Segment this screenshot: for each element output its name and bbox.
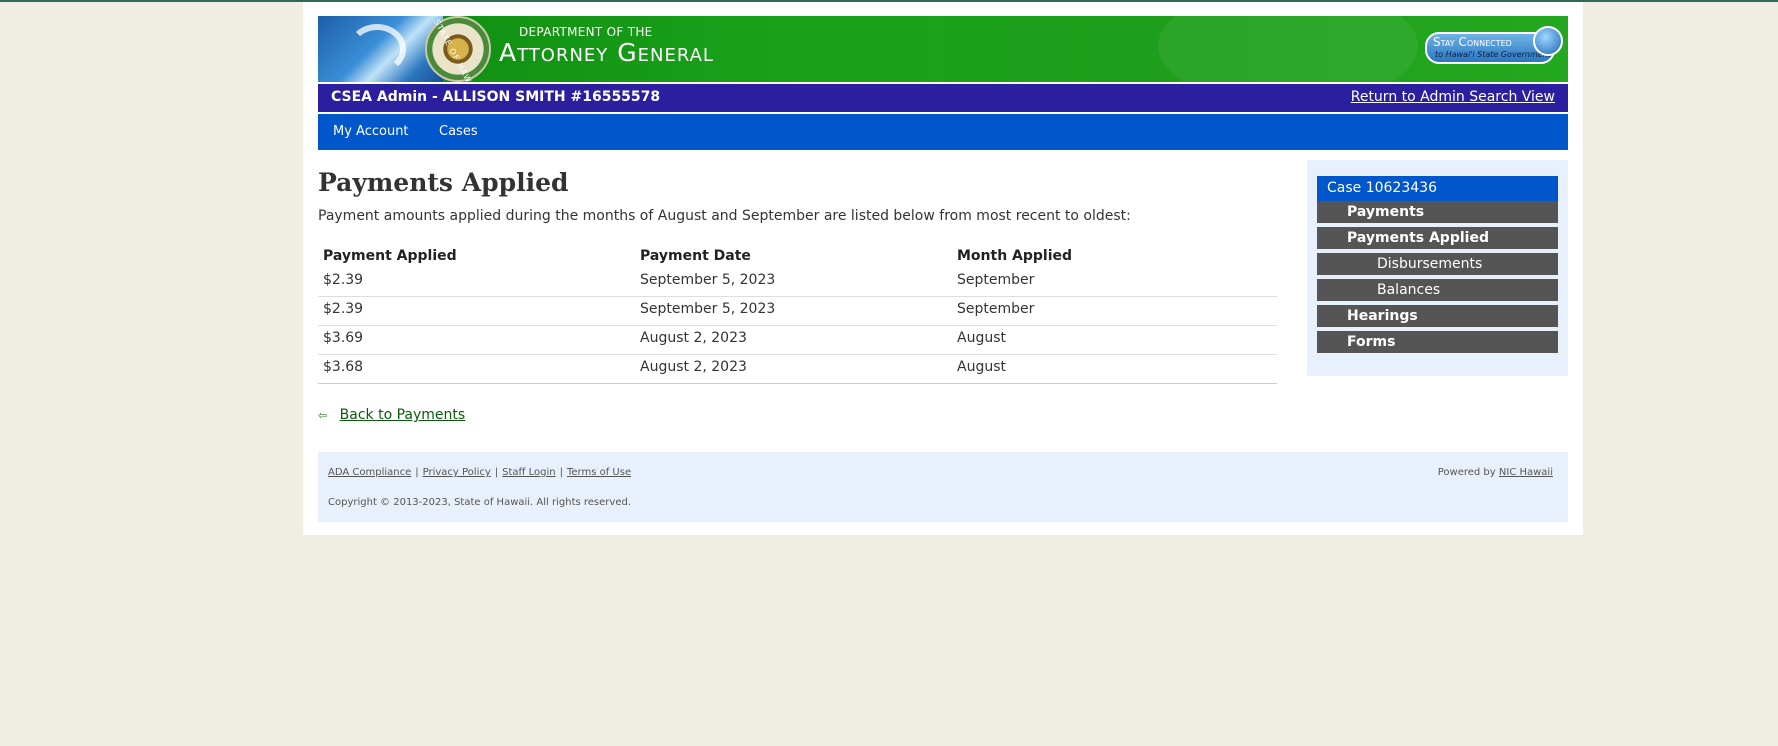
- table-cell: August: [957, 359, 1006, 375]
- back-arrow-icon: ⇦: [318, 409, 328, 422]
- footer: ADA Compliance | Privacy Policy | Staff Logi…: [318, 452, 1568, 522]
- sidebar-item-forms[interactable]: Forms: [1317, 331, 1558, 355]
- stay-connected-button[interactable]: Stay Connected to Hawai'i State Governme…: [1425, 26, 1563, 64]
- back-to-payments-link[interactable]: Back to Payments: [340, 407, 466, 423]
- powered-by-label: Powered by: [1437, 467, 1496, 478]
- column-header: Payment Date: [640, 248, 751, 264]
- table-header: Payment Applied Payment Date Month Appli…: [318, 244, 1277, 268]
- column-header: Payment Applied: [323, 248, 457, 264]
- globe-icon: [1533, 26, 1563, 56]
- user-bar: CSEA Admin - ALLISON SMITH #16555578 Ret…: [318, 84, 1568, 112]
- table-cell: September 5, 2023: [640, 272, 776, 288]
- footer-separator: |: [494, 467, 499, 478]
- footer-separator: |: [415, 467, 419, 478]
- sidebar-item-disbursements[interactable]: Disbursements: [1317, 253, 1558, 277]
- page-intro: Payment amounts applied during the month…: [318, 208, 1131, 224]
- page-container: STATE OF HAWAII DEPARTMENT OF THE Attorn…: [303, 2, 1583, 535]
- department-title: Attorney General: [499, 38, 714, 67]
- sidebar-case-header[interactable]: Case 10623436: [1317, 176, 1558, 201]
- table-cell: August: [957, 330, 1006, 346]
- header-banner: STATE OF HAWAII DEPARTMENT OF THE Attorn…: [318, 16, 1568, 82]
- table-cell: $2.39: [323, 301, 364, 317]
- sidebar-item-payments[interactable]: Payments: [1317, 201, 1558, 225]
- sidebar-item-payments-applied[interactable]: Payments Applied: [1317, 227, 1558, 251]
- footer-link-privacy[interactable]: Privacy Policy: [423, 467, 491, 478]
- table-cell: September: [957, 272, 1035, 288]
- page-title: Payments Applied: [318, 168, 569, 197]
- footer-copyright: Copyright © 2013-2023, State of Hawaii. …: [328, 497, 631, 508]
- table-row: $2.39 September 5, 2023 September: [318, 297, 1277, 326]
- return-admin-search-link[interactable]: Return to Admin Search View: [1351, 89, 1555, 105]
- table-row: $3.68 August 2, 2023 August: [318, 355, 1277, 384]
- case-sidebar: Case 10623436 Payments Payments Applied …: [1307, 160, 1568, 376]
- sidebar-item-hearings[interactable]: Hearings: [1317, 305, 1558, 329]
- nav-cases[interactable]: Cases: [439, 124, 478, 139]
- table-cell: September 5, 2023: [640, 301, 776, 317]
- user-identity: CSEA Admin - ALLISON SMITH #16555578: [331, 89, 661, 105]
- nav-my-account[interactable]: My Account: [333, 124, 409, 139]
- footer-link-staff-login[interactable]: Staff Login: [502, 467, 555, 478]
- footer-link-ada[interactable]: ADA Compliance: [328, 467, 411, 478]
- back-to-payments[interactable]: ⇦ Back to Payments: [318, 407, 465, 423]
- footer-powered-by: Powered by NIC Hawaii: [1438, 467, 1553, 478]
- table-cell: August 2, 2023: [640, 359, 747, 375]
- footer-links: ADA Compliance | Privacy Policy | Staff Logi…: [328, 467, 631, 478]
- column-header: Month Applied: [957, 248, 1073, 264]
- table-row: $2.39 September 5, 2023 September: [318, 268, 1277, 297]
- table-cell: $3.68: [323, 359, 364, 375]
- table-cell: $2.39: [323, 272, 364, 288]
- table-cell: September: [957, 301, 1035, 317]
- nic-hawaii-link[interactable]: NIC Hawaii: [1499, 467, 1553, 478]
- payments-table: Payment Applied Payment Date Month Appli…: [318, 244, 1277, 384]
- stay-connected-sub: to Hawai'i State Government: [1435, 50, 1551, 59]
- department-label: DEPARTMENT OF THE: [519, 25, 653, 39]
- footer-link-terms[interactable]: Terms of Use: [567, 467, 631, 478]
- main-nav: My Account Cases: [318, 114, 1568, 150]
- stay-connected-label: Stay Connected: [1433, 35, 1512, 49]
- table-row: $3.69 August 2, 2023 August: [318, 326, 1277, 355]
- sidebar-item-balances[interactable]: Balances: [1317, 279, 1558, 303]
- footer-separator: |: [559, 467, 563, 478]
- table-cell: August 2, 2023: [640, 330, 747, 346]
- leaf-watermark: [1158, 16, 1418, 82]
- table-cell: $3.69: [323, 330, 364, 346]
